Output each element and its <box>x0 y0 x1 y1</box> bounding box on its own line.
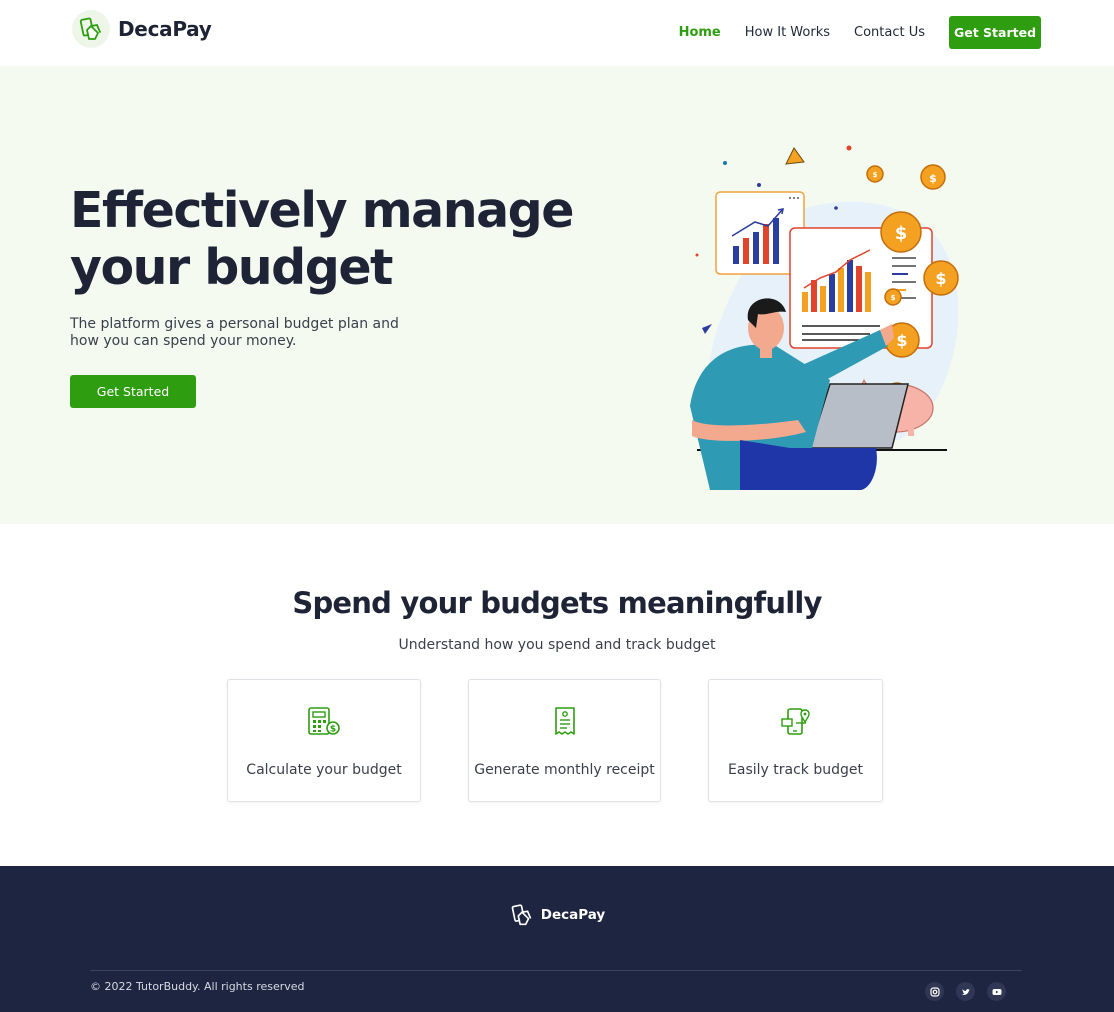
feature-card-label: Generate monthly receipt <box>474 762 655 778</box>
hero-section: Effectively manage your budget The platf… <box>0 66 1114 524</box>
footer-brand-name: DecaPay <box>540 907 606 923</box>
feature-card-receipt[interactable]: Generate monthly receipt <box>468 679 661 802</box>
hero-subtitle: The platform gives a personal budget pla… <box>70 316 399 349</box>
svg-text:$: $ <box>873 171 878 179</box>
nav-link-contact-us[interactable]: Contact Us <box>854 17 925 49</box>
svg-text:$: $ <box>935 269 946 288</box>
hero-get-started-button[interactable]: Get Started <box>70 375 196 408</box>
social-links <box>925 982 1006 1001</box>
svg-text:$: $ <box>895 223 908 244</box>
nav-link-home[interactable]: Home <box>679 17 721 49</box>
brand-name: DecaPay <box>118 17 212 41</box>
svg-text:$: $ <box>891 294 896 302</box>
feature-card-track[interactable]: Easily track budget <box>708 679 883 802</box>
feature-card-label: Easily track budget <box>728 762 863 778</box>
twitter-icon[interactable] <box>956 982 975 1001</box>
svg-text:$: $ <box>330 725 336 735</box>
phone-tracking-icon <box>780 708 810 735</box>
features-subtitle: Understand how you spend and track budge… <box>398 637 716 653</box>
hand-card-icon <box>72 10 110 48</box>
main-nav: Home How It Works Contact Us Get Started <box>679 16 1041 49</box>
instagram-icon[interactable] <box>925 982 944 1001</box>
feature-card-label: Calculate your budget <box>246 762 402 778</box>
hand-card-icon <box>511 904 531 926</box>
youtube-icon[interactable] <box>987 982 1006 1001</box>
site-footer: DecaPay © 2022 TutorBuddy. All rights re… <box>0 866 1114 1012</box>
calculator-icon: $ <box>308 707 340 735</box>
feature-card-calculate[interactable]: $ Calculate your budget <box>227 679 421 802</box>
header-get-started-button[interactable]: Get Started <box>949 16 1041 49</box>
site-header: DecaPay Home How It Works Contact Us Get… <box>0 0 1114 66</box>
nav-link-how-it-works[interactable]: How It Works <box>745 17 830 49</box>
hero-title: Effectively manage your budget <box>70 182 574 296</box>
footer-divider <box>90 970 1022 971</box>
footer-brand-logo[interactable]: DecaPay <box>0 902 1114 928</box>
svg-text:$: $ <box>929 172 937 185</box>
budget-illustration: $ $ $ $ $ $ $ <box>690 145 959 490</box>
svg-text:$: $ <box>896 331 907 350</box>
features-title: Spend your budgets meaningfully <box>292 586 822 620</box>
receipt-icon <box>554 707 575 735</box>
brand-logo[interactable]: DecaPay <box>72 10 212 48</box>
copyright-text: © 2022 TutorBuddy. All rights reserved <box>90 980 305 993</box>
